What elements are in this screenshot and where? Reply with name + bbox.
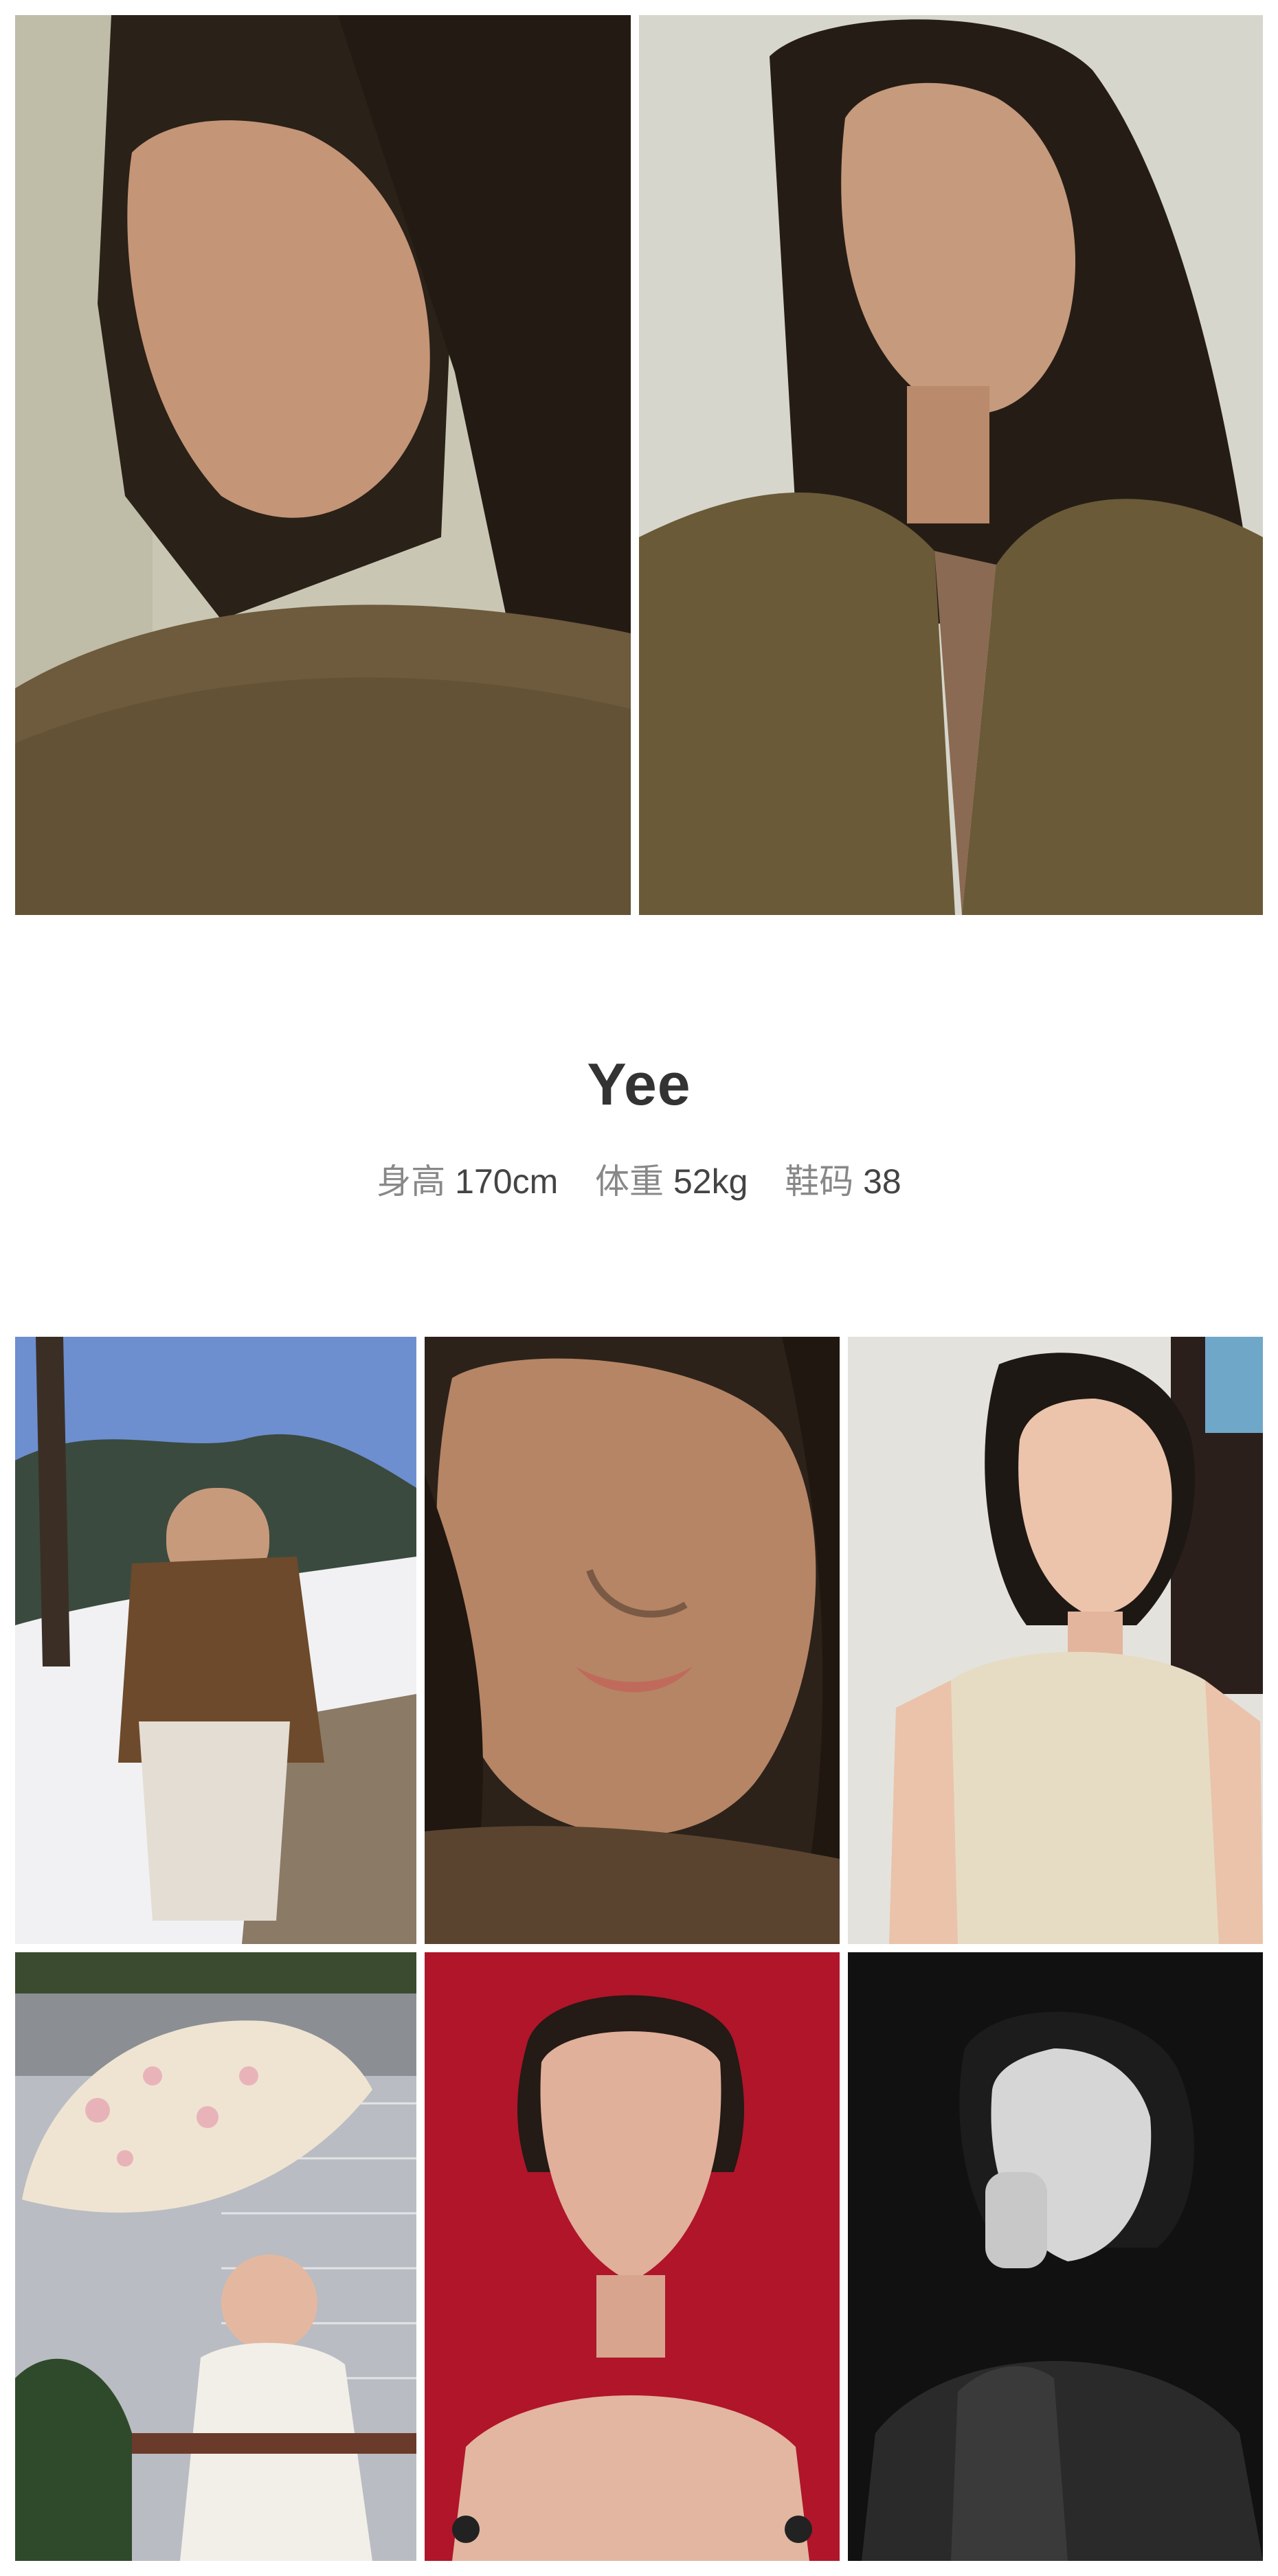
weight-value: 52kg bbox=[673, 1162, 748, 1201]
portrait-profile-photo bbox=[15, 15, 631, 915]
height-label: 身高 bbox=[377, 1162, 446, 1201]
umbrella-photo bbox=[15, 1952, 416, 2561]
sleeveless-top-photo bbox=[848, 1337, 1263, 1944]
portrait-front-photo bbox=[639, 15, 1263, 915]
model-stats: 身高 170cm 体重 52kg 鞋码 38 bbox=[0, 1154, 1278, 1204]
model-name: Yee bbox=[587, 1052, 691, 1118]
shoe-label: 鞋码 bbox=[785, 1162, 854, 1201]
black-white-photo bbox=[848, 1952, 1263, 2561]
weight-label: 体重 bbox=[595, 1162, 664, 1201]
closeup-face-photo bbox=[425, 1337, 840, 1944]
snow-scene-photo bbox=[15, 1337, 416, 1944]
height-value: 170cm bbox=[455, 1162, 559, 1201]
shoe-value: 38 bbox=[863, 1162, 901, 1201]
red-background-photo bbox=[425, 1952, 840, 2561]
